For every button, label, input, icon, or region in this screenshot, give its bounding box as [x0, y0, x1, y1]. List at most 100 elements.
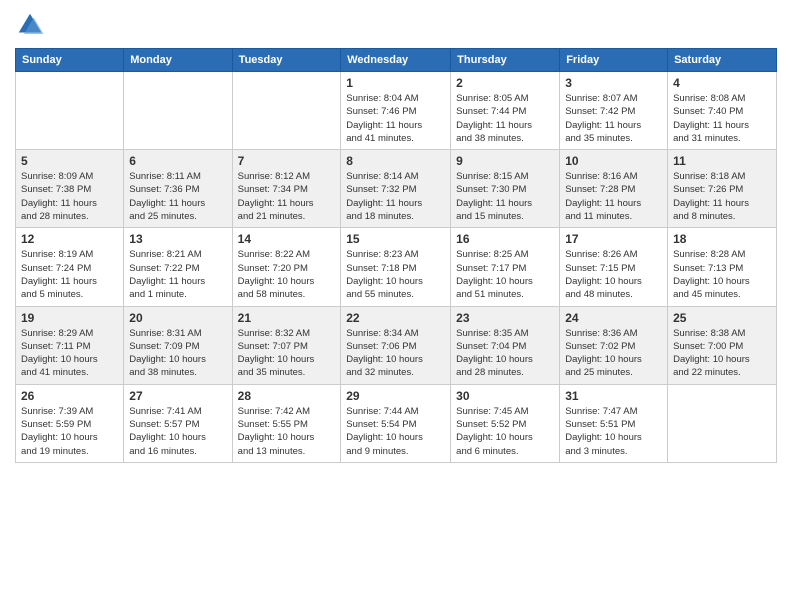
weekday-header: Wednesday — [341, 49, 451, 72]
day-number: 2 — [456, 76, 554, 90]
day-number: 21 — [238, 311, 336, 325]
day-info: Sunrise: 8:35 AMSunset: 7:04 PMDaylight:… — [456, 327, 554, 380]
weekday-header: Thursday — [451, 49, 560, 72]
calendar-cell: 3 Sunrise: 8:07 AMSunset: 7:42 PMDaylight… — [560, 72, 668, 150]
calendar-cell: 17 Sunrise: 8:26 AMSunset: 7:15 PMDayligh… — [560, 228, 668, 306]
calendar-cell: 5 Sunrise: 8:09 AMSunset: 7:38 PMDaylight… — [16, 150, 124, 228]
day-number: 4 — [673, 76, 771, 90]
weekday-header: Saturday — [668, 49, 777, 72]
calendar-cell: 4 Sunrise: 8:08 AMSunset: 7:40 PMDaylight… — [668, 72, 777, 150]
calendar-cell: 13 Sunrise: 8:21 AMSunset: 7:22 PMDayligh… — [124, 228, 232, 306]
day-number: 5 — [21, 154, 118, 168]
day-number: 26 — [21, 389, 118, 403]
day-info: Sunrise: 8:36 AMSunset: 7:02 PMDaylight:… — [565, 327, 662, 380]
day-number: 23 — [456, 311, 554, 325]
calendar-cell: 29 Sunrise: 7:44 AMSunset: 5:54 PMDayligh… — [341, 384, 451, 462]
day-number: 16 — [456, 232, 554, 246]
day-info: Sunrise: 8:29 AMSunset: 7:11 PMDaylight:… — [21, 327, 118, 380]
calendar-cell: 14Sunrise: 8:22 AMSunset: 7:20 PMDayligh… — [232, 228, 341, 306]
calendar-header-row: SundayMondayTuesdayWednesdayThursdayFrid… — [16, 49, 777, 72]
day-number: 1 — [346, 76, 445, 90]
calendar-cell — [232, 72, 341, 150]
calendar-cell: 19 Sunrise: 8:29 AMSunset: 7:11 PMDayligh… — [16, 306, 124, 384]
day-info: Sunrise: 8:09 AMSunset: 7:38 PMDaylight:… — [21, 170, 118, 223]
calendar-cell: 6 Sunrise: 8:11 AMSunset: 7:36 PMDaylight… — [124, 150, 232, 228]
day-info: Sunrise: 8:23 AMSunset: 7:18 PMDaylight:… — [346, 248, 445, 301]
calendar-cell: 16Sunrise: 8:25 AMSunset: 7:17 PMDayligh… — [451, 228, 560, 306]
calendar-cell: 30 Sunrise: 7:45 AMSunset: 5:52 PMDayligh… — [451, 384, 560, 462]
day-number: 27 — [129, 389, 226, 403]
day-number: 19 — [21, 311, 118, 325]
day-info: Sunrise: 8:14 AMSunset: 7:32 PMDaylight:… — [346, 170, 445, 223]
day-info: Sunrise: 8:18 AMSunset: 7:26 PMDaylight:… — [673, 170, 771, 223]
calendar-cell: 15Sunrise: 8:23 AMSunset: 7:18 PMDayligh… — [341, 228, 451, 306]
day-number: 6 — [129, 154, 226, 168]
day-info: Sunrise: 8:07 AMSunset: 7:42 PMDaylight:… — [565, 92, 662, 145]
calendar-cell: 18 Sunrise: 8:28 AMSunset: 7:13 PMDayligh… — [668, 228, 777, 306]
calendar-cell: 12Sunrise: 8:19 AMSunset: 7:24 PMDayligh… — [16, 228, 124, 306]
day-info: Sunrise: 8:15 AMSunset: 7:30 PMDaylight:… — [456, 170, 554, 223]
day-number: 11 — [673, 154, 771, 168]
day-number: 28 — [238, 389, 336, 403]
day-info: Sunrise: 8:04 AMSunset: 7:46 PMDaylight:… — [346, 92, 445, 145]
calendar-table: SundayMondayTuesdayWednesdayThursdayFrid… — [15, 48, 777, 463]
day-info: Sunrise: 8:19 AMSunset: 7:24 PMDaylight:… — [21, 248, 118, 301]
day-info: Sunrise: 8:38 AMSunset: 7:00 PMDaylight:… — [673, 327, 771, 380]
calendar-week-row: 12Sunrise: 8:19 AMSunset: 7:24 PMDayligh… — [16, 228, 777, 306]
page: SundayMondayTuesdayWednesdayThursdayFrid… — [0, 0, 792, 612]
calendar-cell: 28 Sunrise: 7:42 AMSunset: 5:55 PMDayligh… — [232, 384, 341, 462]
day-number: 3 — [565, 76, 662, 90]
day-number: 30 — [456, 389, 554, 403]
day-info: Sunrise: 8:11 AMSunset: 7:36 PMDaylight:… — [129, 170, 226, 223]
day-number: 8 — [346, 154, 445, 168]
calendar-week-row: 19 Sunrise: 8:29 AMSunset: 7:11 PMDayligh… — [16, 306, 777, 384]
day-info: Sunrise: 8:31 AMSunset: 7:09 PMDaylight:… — [129, 327, 226, 380]
calendar-cell: 20 Sunrise: 8:31 AMSunset: 7:09 PMDayligh… — [124, 306, 232, 384]
calendar-cell: 24Sunrise: 8:36 AMSunset: 7:02 PMDayligh… — [560, 306, 668, 384]
day-number: 17 — [565, 232, 662, 246]
day-number: 18 — [673, 232, 771, 246]
day-info: Sunrise: 8:28 AMSunset: 7:13 PMDaylight:… — [673, 248, 771, 301]
calendar-cell — [668, 384, 777, 462]
calendar-cell: 26 Sunrise: 7:39 AMSunset: 5:59 PMDayligh… — [16, 384, 124, 462]
day-info: Sunrise: 7:39 AMSunset: 5:59 PMDaylight:… — [21, 405, 118, 458]
calendar-week-row: 26 Sunrise: 7:39 AMSunset: 5:59 PMDayligh… — [16, 384, 777, 462]
day-number: 7 — [238, 154, 336, 168]
day-info: Sunrise: 7:44 AMSunset: 5:54 PMDaylight:… — [346, 405, 445, 458]
calendar-cell: 25 Sunrise: 8:38 AMSunset: 7:00 PMDayligh… — [668, 306, 777, 384]
calendar-cell: 27 Sunrise: 7:41 AMSunset: 5:57 PMDayligh… — [124, 384, 232, 462]
calendar-cell: 21 Sunrise: 8:32 AMSunset: 7:07 PMDayligh… — [232, 306, 341, 384]
day-info: Sunrise: 7:47 AMSunset: 5:51 PMDaylight:… — [565, 405, 662, 458]
day-number: 20 — [129, 311, 226, 325]
day-info: Sunrise: 7:41 AMSunset: 5:57 PMDaylight:… — [129, 405, 226, 458]
logo — [15, 10, 49, 40]
calendar-cell: 2 Sunrise: 8:05 AMSunset: 7:44 PMDaylight… — [451, 72, 560, 150]
logo-icon — [15, 10, 45, 40]
calendar-cell: 10Sunrise: 8:16 AMSunset: 7:28 PMDayligh… — [560, 150, 668, 228]
day-info: Sunrise: 8:22 AMSunset: 7:20 PMDaylight:… — [238, 248, 336, 301]
day-number: 22 — [346, 311, 445, 325]
calendar-week-row: 1 Sunrise: 8:04 AMSunset: 7:46 PMDaylight… — [16, 72, 777, 150]
calendar-cell: 23 Sunrise: 8:35 AMSunset: 7:04 PMDayligh… — [451, 306, 560, 384]
calendar-cell: 31 Sunrise: 7:47 AMSunset: 5:51 PMDayligh… — [560, 384, 668, 462]
day-info: Sunrise: 8:05 AMSunset: 7:44 PMDaylight:… — [456, 92, 554, 145]
calendar-cell: 22 Sunrise: 8:34 AMSunset: 7:06 PMDayligh… — [341, 306, 451, 384]
calendar-week-row: 5 Sunrise: 8:09 AMSunset: 7:38 PMDaylight… — [16, 150, 777, 228]
day-number: 29 — [346, 389, 445, 403]
weekday-header: Monday — [124, 49, 232, 72]
day-info: Sunrise: 7:42 AMSunset: 5:55 PMDaylight:… — [238, 405, 336, 458]
day-info: Sunrise: 8:26 AMSunset: 7:15 PMDaylight:… — [565, 248, 662, 301]
day-number: 13 — [129, 232, 226, 246]
day-info: Sunrise: 8:21 AMSunset: 7:22 PMDaylight:… — [129, 248, 226, 301]
day-info: Sunrise: 8:34 AMSunset: 7:06 PMDaylight:… — [346, 327, 445, 380]
day-number: 31 — [565, 389, 662, 403]
day-info: Sunrise: 8:08 AMSunset: 7:40 PMDaylight:… — [673, 92, 771, 145]
calendar-cell: 11 Sunrise: 8:18 AMSunset: 7:26 PMDayligh… — [668, 150, 777, 228]
calendar-cell: 1 Sunrise: 8:04 AMSunset: 7:46 PMDaylight… — [341, 72, 451, 150]
day-number: 9 — [456, 154, 554, 168]
calendar-cell — [124, 72, 232, 150]
day-info: Sunrise: 7:45 AMSunset: 5:52 PMDaylight:… — [456, 405, 554, 458]
calendar-cell — [16, 72, 124, 150]
day-info: Sunrise: 8:32 AMSunset: 7:07 PMDaylight:… — [238, 327, 336, 380]
day-number: 25 — [673, 311, 771, 325]
